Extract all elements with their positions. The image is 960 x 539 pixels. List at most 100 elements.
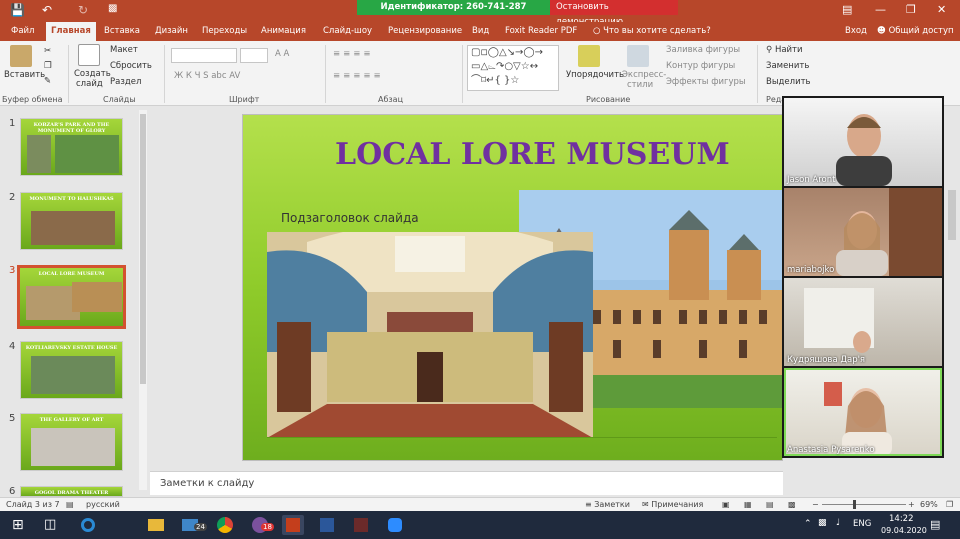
language-indicator[interactable]: русский xyxy=(86,500,120,509)
quick-styles-icon[interactable] xyxy=(627,45,649,67)
keyboard-language[interactable]: ENG xyxy=(853,519,871,529)
quick-styles-button[interactable]: Экспресс- xyxy=(622,70,666,80)
zoom-level[interactable]: 69% xyxy=(920,500,938,509)
slide-thumbnail-5[interactable]: THE GALLERY OF ART xyxy=(20,413,123,471)
tab-insert[interactable]: Вставка xyxy=(99,22,145,41)
paste-icon[interactable] xyxy=(10,45,32,67)
select-button[interactable]: Выделить xyxy=(766,77,811,87)
list-buttons-icon[interactable]: ≡≡≡≡ xyxy=(333,49,374,59)
slide-canvas[interactable]: LOCAL LORE MUSEUM Подзаголовок слайда xyxy=(242,114,783,461)
undo-icon[interactable]: ↶ xyxy=(42,3,52,17)
task-view-icon[interactable]: ◫ xyxy=(44,517,56,532)
paste-button[interactable]: Вставить xyxy=(4,70,45,80)
find-button[interactable]: ⚲ Найти xyxy=(766,45,803,55)
ribbon-display-icon[interactable]: ▤ xyxy=(842,3,852,16)
tell-me-search[interactable]: ○ Что вы хотите сделать? xyxy=(588,22,716,41)
clock-date[interactable]: 09.04.2020 xyxy=(881,526,927,535)
slide-title[interactable]: LOCAL LORE MUSEUM xyxy=(335,137,782,172)
save-icon[interactable]: 💾 xyxy=(10,3,25,17)
font-name-input[interactable] xyxy=(171,48,237,63)
sorter-view-icon[interactable]: ▦ xyxy=(744,500,752,509)
font-size-input[interactable] xyxy=(240,48,268,63)
powerpoint-taskbar-icon[interactable] xyxy=(282,515,304,535)
slide-thumbnail-4[interactable]: KOTLIAREVSKY ESTATE HOUSE xyxy=(20,341,123,399)
mail-icon[interactable]: 24 xyxy=(180,515,207,535)
network-icon[interactable]: ▩ xyxy=(818,518,827,528)
tab-foxit[interactable]: Foxit Reader PDF xyxy=(500,22,582,41)
tab-view[interactable]: Вид xyxy=(467,22,494,41)
tab-home[interactable]: Главная xyxy=(46,22,96,41)
chrome-icon[interactable] xyxy=(214,515,236,535)
participant-tile-1[interactable]: Jason Aront xyxy=(784,98,942,186)
thumbnails-scrollbar[interactable] xyxy=(139,110,147,490)
edge-icon[interactable] xyxy=(77,515,99,535)
clock-time[interactable]: 14:22 xyxy=(889,514,914,524)
scrollbar-thumb[interactable] xyxy=(140,114,146,384)
editor-scrollbar[interactable] xyxy=(945,180,959,500)
font-style-buttons[interactable]: Ж К Ч S abc AV xyxy=(174,71,240,81)
align-buttons-icon[interactable]: ≡≡≡≡≡ xyxy=(333,71,384,81)
copy-icon[interactable]: ❐ xyxy=(44,61,52,71)
slideshow-start-icon[interactable]: ▩ xyxy=(108,3,117,14)
arrange-icon[interactable] xyxy=(578,45,600,67)
normal-view-icon[interactable]: ▣ xyxy=(722,500,730,509)
museum-hall-photo[interactable] xyxy=(267,232,593,438)
zoom-in-icon[interactable]: + xyxy=(908,500,915,509)
slide-thumbnail-6[interactable]: GOGOL DRAMA THEATER xyxy=(20,486,123,497)
fit-slide-icon[interactable]: ❐ xyxy=(946,500,953,509)
reading-view-icon[interactable]: ▤ xyxy=(766,500,774,509)
minimize-icon[interactable]: — xyxy=(875,3,886,16)
section-button[interactable]: Раздел xyxy=(110,77,141,87)
media-player-icon[interactable] xyxy=(350,515,372,535)
file-explorer-icon[interactable] xyxy=(145,515,167,535)
windows-start-icon[interactable]: ⊞ xyxy=(12,517,24,533)
notes-toggle[interactable]: ≡ Заметки xyxy=(585,500,630,509)
arrange-button[interactable]: Упорядочить xyxy=(566,70,624,80)
new-slide-icon[interactable] xyxy=(78,44,100,66)
share-button[interactable]: ☻ Общий доступ xyxy=(872,22,959,41)
tab-file[interactable]: Файл xyxy=(6,22,39,41)
new-slide-button[interactable]: Создать xyxy=(74,69,111,79)
layout-button[interactable]: Макет xyxy=(110,45,138,55)
volume-icon[interactable]: ♩ xyxy=(836,518,840,528)
participant-tile-3[interactable]: Кудряшова Дар'я xyxy=(784,278,942,366)
word-taskbar-icon[interactable] xyxy=(316,515,338,535)
slide-thumbnail-2[interactable]: MONUMENT TO HALUSHKAS xyxy=(20,192,123,250)
shape-fill-button[interactable]: Заливка фигуры xyxy=(666,45,740,55)
tab-transitions[interactable]: Переходы xyxy=(197,22,252,41)
slide-subtitle[interactable]: Подзаголовок слайда xyxy=(281,211,419,225)
shape-effects-button[interactable]: Эффекты фигуры xyxy=(666,77,746,87)
spellcheck-icon[interactable]: ▤ xyxy=(66,500,74,509)
cut-icon[interactable]: ✂ xyxy=(44,46,51,56)
font-size-buttons[interactable]: A A xyxy=(275,49,289,59)
slide-thumbnail-3[interactable]: LOCAL LORE MUSEUM xyxy=(17,265,126,329)
signin-link[interactable]: Вход xyxy=(840,22,872,41)
scrollbar-thumb[interactable] xyxy=(948,190,956,240)
comments-toggle[interactable]: ✉ Примечания xyxy=(642,500,703,509)
tab-design[interactable]: Дизайн xyxy=(150,22,193,41)
tab-slideshow[interactable]: Слайд-шоу xyxy=(318,22,377,41)
shape-outline-button[interactable]: Контур фигуры xyxy=(666,61,735,71)
tab-animation[interactable]: Анимация xyxy=(256,22,311,41)
participant-tile-4[interactable]: Anastasia Pysarenko xyxy=(784,368,942,456)
maximize-icon[interactable]: ❐ xyxy=(906,3,916,16)
tray-expand-icon[interactable]: ⌃ xyxy=(804,519,812,529)
notifications-icon[interactable]: ▤ xyxy=(930,518,940,531)
reset-button[interactable]: Сбросить xyxy=(110,61,152,71)
zoom-app-icon[interactable] xyxy=(384,515,406,535)
participant-tile-2[interactable]: mariabojko xyxy=(784,188,942,276)
zoom-out-icon[interactable]: − xyxy=(812,500,819,509)
slide-thumbnail-1[interactable]: KOBZAR'S PARK AND THE MONUMENT OF GLORY xyxy=(20,118,123,176)
notes-pane[interactable]: Заметки к слайду xyxy=(150,471,783,495)
viber-icon[interactable]: 18 xyxy=(249,515,274,535)
stop-share-button[interactable]: Остановить демонстрацию xyxy=(550,0,678,27)
slideshow-view-icon[interactable]: ▩ xyxy=(788,500,796,509)
format-painter-icon[interactable]: ✎ xyxy=(44,76,51,86)
shapes-gallery[interactable]: ▢◽◯△↘→◯→ ▭△⌳↷○▽☆↔ ⌒⌑↵{ }☆ xyxy=(467,45,559,91)
close-icon[interactable]: ✕ xyxy=(937,3,946,16)
zoom-meeting-id[interactable]: Идентификатор: 260-741-287 xyxy=(357,0,550,15)
replace-button[interactable]: Заменить xyxy=(766,61,809,71)
tab-review[interactable]: Рецензирование xyxy=(383,22,467,41)
redo-icon[interactable]: ↻ xyxy=(78,3,88,17)
zoom-slider-handle[interactable] xyxy=(853,500,856,509)
